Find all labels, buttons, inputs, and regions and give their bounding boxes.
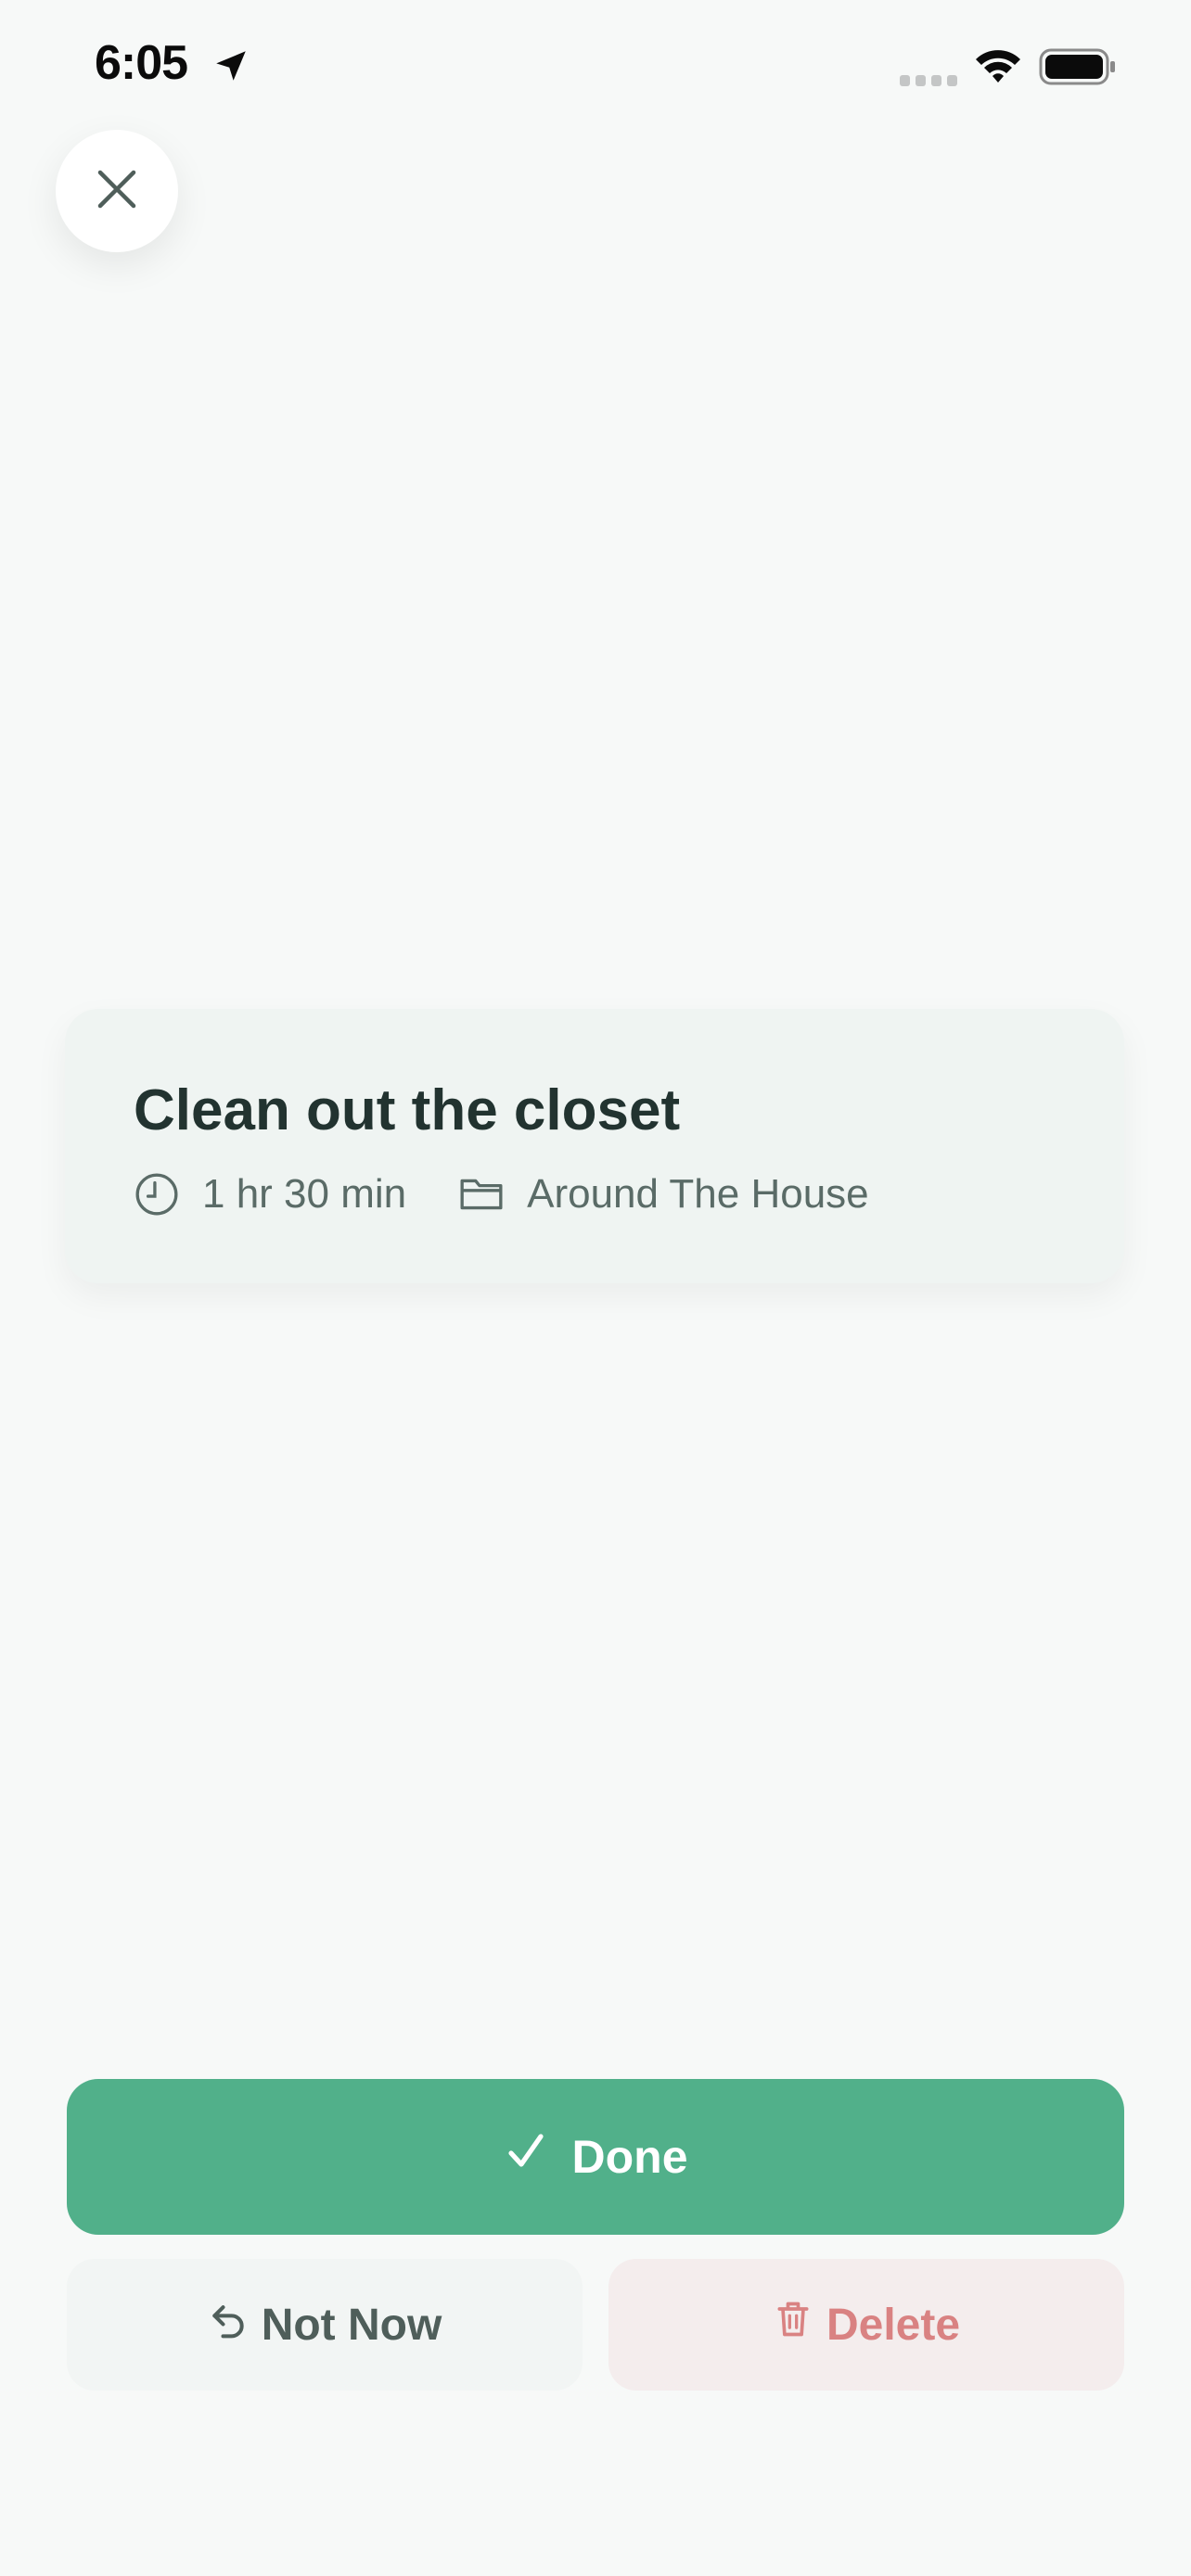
task-duration: 1 hr 30 min [202, 1171, 407, 1217]
status-time: 6:05 [95, 36, 188, 90]
task-title: Clean out the closet [134, 1078, 681, 1142]
wifi-icon [974, 46, 1022, 85]
close-button[interactable] [56, 130, 178, 252]
checkmark-icon [504, 2129, 572, 2185]
task-category: Around The House [527, 1171, 869, 1217]
clock-icon [134, 1171, 180, 1218]
delete-button[interactable]: Delete [608, 2259, 1124, 2391]
location-arrow-icon [211, 46, 250, 85]
done-button[interactable]: Done [67, 2079, 1124, 2235]
battery-icon [1039, 48, 1117, 85]
task-meta: 1 hr 30 min Around The House [134, 1167, 869, 1222]
undo-arrow-icon [208, 2299, 262, 2351]
folder-icon [458, 1171, 505, 1218]
status-bar: 6:05 [0, 0, 1191, 139]
trash-icon [773, 2299, 826, 2351]
not-now-button[interactable]: Not Now [67, 2259, 583, 2391]
close-icon [92, 164, 142, 219]
cellular-signal-icon [900, 74, 957, 86]
not-now-label: Not Now [261, 2300, 442, 2350]
task-card[interactable]: Clean out the closet 1 hr 30 min Around … [65, 1009, 1124, 1283]
done-label: Done [571, 2131, 688, 2183]
delete-label: Delete [826, 2300, 961, 2350]
